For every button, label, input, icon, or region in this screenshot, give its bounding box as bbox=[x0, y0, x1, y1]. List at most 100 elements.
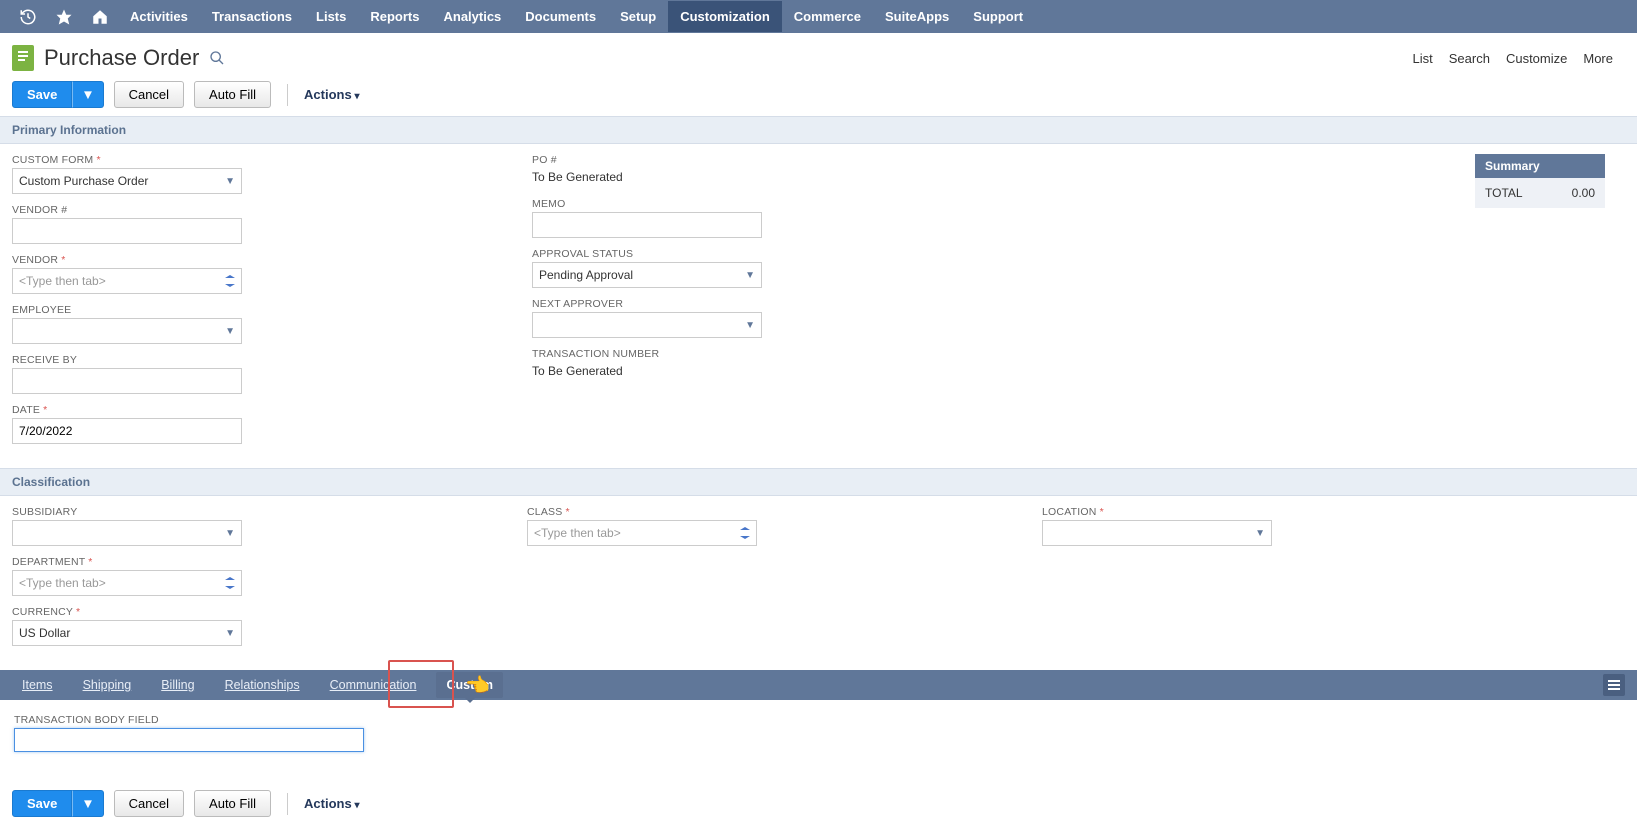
nav-transactions[interactable]: Transactions bbox=[200, 1, 304, 32]
custom-tab-panel: TRANSACTION BODY FIELD bbox=[0, 700, 1637, 782]
link-search[interactable]: Search bbox=[1449, 51, 1490, 66]
combo-arrow-icon bbox=[740, 527, 750, 539]
label-class: CLASS bbox=[527, 506, 787, 518]
label-currency: CURRENCY bbox=[12, 606, 272, 618]
trans-num-value: To Be Generated bbox=[532, 362, 792, 382]
department-combo[interactable]: <Type then tab> bbox=[12, 570, 242, 596]
autofill-button-bottom[interactable]: Auto Fill bbox=[194, 790, 271, 817]
actions-menu[interactable]: Actions bbox=[304, 87, 359, 102]
link-list[interactable]: List bbox=[1413, 51, 1433, 66]
label-po-num: PO # bbox=[532, 154, 792, 166]
subtab-shipping[interactable]: Shipping bbox=[73, 672, 142, 698]
subtab-communication[interactable]: Communication bbox=[320, 672, 427, 698]
subtabs-bar: Items Shipping Billing Relationships Com… bbox=[0, 670, 1637, 700]
nav-support[interactable]: Support bbox=[961, 1, 1035, 32]
class-combo[interactable]: <Type then tab> bbox=[527, 520, 757, 546]
transaction-body-field-input[interactable] bbox=[14, 728, 364, 752]
nav-setup[interactable]: Setup bbox=[608, 1, 668, 32]
subtab-relationships[interactable]: Relationships bbox=[215, 672, 310, 698]
label-department: DEPARTMENT bbox=[12, 556, 272, 568]
employee-select[interactable]: ▼ bbox=[12, 318, 242, 344]
home-icon[interactable] bbox=[88, 5, 112, 29]
vendor-combo[interactable]: <Type then tab> bbox=[12, 268, 242, 294]
date-input[interactable] bbox=[12, 418, 242, 444]
vendor-placeholder: <Type then tab> bbox=[19, 274, 106, 288]
label-vendor: VENDOR bbox=[12, 254, 272, 266]
action-bar-top: Save ▼ Cancel Auto Fill Actions bbox=[0, 79, 1637, 116]
cancel-button[interactable]: Cancel bbox=[114, 81, 184, 108]
subtab-items[interactable]: Items bbox=[12, 672, 63, 698]
section-classification-header: Classification bbox=[0, 468, 1637, 496]
class-placeholder: <Type then tab> bbox=[534, 526, 621, 540]
vendor-num-input[interactable] bbox=[12, 218, 242, 244]
history-icon[interactable] bbox=[16, 5, 40, 29]
approval-status-value: Pending Approval bbox=[539, 268, 633, 282]
label-receive-by: RECEIVE BY bbox=[12, 354, 272, 366]
nav-commerce[interactable]: Commerce bbox=[782, 1, 873, 32]
label-approval-status: APPROVAL STATUS bbox=[532, 248, 792, 260]
combo-arrow-icon bbox=[225, 275, 235, 287]
nav-analytics[interactable]: Analytics bbox=[431, 1, 513, 32]
subtab-custom[interactable]: Custom bbox=[436, 672, 503, 698]
link-more[interactable]: More bbox=[1583, 51, 1613, 66]
custom-form-select[interactable]: Custom Purchase Order ▼ bbox=[12, 168, 242, 194]
nav-activities[interactable]: Activities bbox=[118, 1, 200, 32]
chevron-down-icon: ▼ bbox=[745, 320, 755, 331]
department-placeholder: <Type then tab> bbox=[19, 576, 106, 590]
summary-total-value: 0.00 bbox=[1572, 186, 1595, 200]
chevron-down-icon: ▼ bbox=[225, 628, 235, 639]
custom-form-value: Custom Purchase Order bbox=[19, 174, 148, 188]
chevron-down-icon: ▼ bbox=[1255, 528, 1265, 539]
nav-reports[interactable]: Reports bbox=[358, 1, 431, 32]
subsidiary-select[interactable]: ▼ bbox=[12, 520, 242, 546]
chevron-down-icon: ▼ bbox=[745, 270, 755, 281]
chevron-down-icon: ▼ bbox=[225, 176, 235, 187]
save-dropdown-arrow-bottom[interactable]: ▼ bbox=[72, 790, 103, 817]
po-num-value: To Be Generated bbox=[532, 168, 792, 188]
label-date: DATE bbox=[12, 404, 272, 416]
summary-box: Summary TOTAL 0.00 bbox=[1475, 154, 1605, 208]
label-trans-num: TRANSACTION NUMBER bbox=[532, 348, 792, 360]
memo-input[interactable] bbox=[532, 212, 762, 238]
section-classification-body: SUBSIDIARY ▼ DEPARTMENT <Type then tab> … bbox=[0, 496, 1637, 670]
divider bbox=[287, 84, 288, 106]
save-button[interactable]: Save bbox=[12, 81, 72, 108]
currency-value: US Dollar bbox=[19, 626, 70, 640]
section-primary-body: CUSTOM FORM Custom Purchase Order ▼ VEND… bbox=[0, 144, 1637, 468]
section-primary-header: Primary Information bbox=[0, 116, 1637, 144]
save-dropdown-arrow[interactable]: ▼ bbox=[72, 81, 103, 108]
label-next-approver: NEXT APPROVER bbox=[532, 298, 792, 310]
label-memo: MEMO bbox=[532, 198, 792, 210]
subtab-billing[interactable]: Billing bbox=[151, 672, 204, 698]
receive-by-input[interactable] bbox=[12, 368, 242, 394]
link-customize[interactable]: Customize bbox=[1506, 51, 1567, 66]
page-title: Purchase Order bbox=[44, 45, 199, 71]
summary-total-label: TOTAL bbox=[1485, 186, 1523, 200]
top-nav: Activities Transactions Lists Reports An… bbox=[0, 0, 1637, 33]
summary-header: Summary bbox=[1475, 154, 1605, 178]
next-approver-select[interactable]: ▼ bbox=[532, 312, 762, 338]
nav-suiteapps[interactable]: SuiteApps bbox=[873, 1, 961, 32]
nav-customization[interactable]: Customization bbox=[668, 1, 782, 32]
chevron-down-icon: ▼ bbox=[225, 326, 235, 337]
save-button-bottom[interactable]: Save bbox=[12, 790, 72, 817]
search-icon[interactable] bbox=[209, 50, 225, 66]
currency-select[interactable]: US Dollar ▼ bbox=[12, 620, 242, 646]
purchase-order-icon bbox=[12, 45, 34, 71]
label-custom-form: CUSTOM FORM bbox=[12, 154, 272, 166]
star-icon[interactable] bbox=[52, 5, 76, 29]
nav-documents[interactable]: Documents bbox=[513, 1, 608, 32]
approval-status-select[interactable]: Pending Approval ▼ bbox=[532, 262, 762, 288]
page-header: Purchase Order List Search Customize Mor… bbox=[0, 33, 1637, 79]
nav-lists[interactable]: Lists bbox=[304, 1, 358, 32]
cancel-button-bottom[interactable]: Cancel bbox=[114, 790, 184, 817]
label-employee: EMPLOYEE bbox=[12, 304, 272, 316]
action-bar-bottom: Save ▼ Cancel Auto Fill Actions bbox=[0, 782, 1637, 831]
autofill-button[interactable]: Auto Fill bbox=[194, 81, 271, 108]
actions-menu-bottom[interactable]: Actions bbox=[304, 796, 359, 811]
header-links: List Search Customize More bbox=[1413, 51, 1625, 66]
subtabs-menu-icon[interactable] bbox=[1603, 674, 1625, 696]
location-select[interactable]: ▼ bbox=[1042, 520, 1272, 546]
save-split-button[interactable]: Save ▼ bbox=[12, 81, 104, 108]
save-split-button-bottom[interactable]: Save ▼ bbox=[12, 790, 104, 817]
